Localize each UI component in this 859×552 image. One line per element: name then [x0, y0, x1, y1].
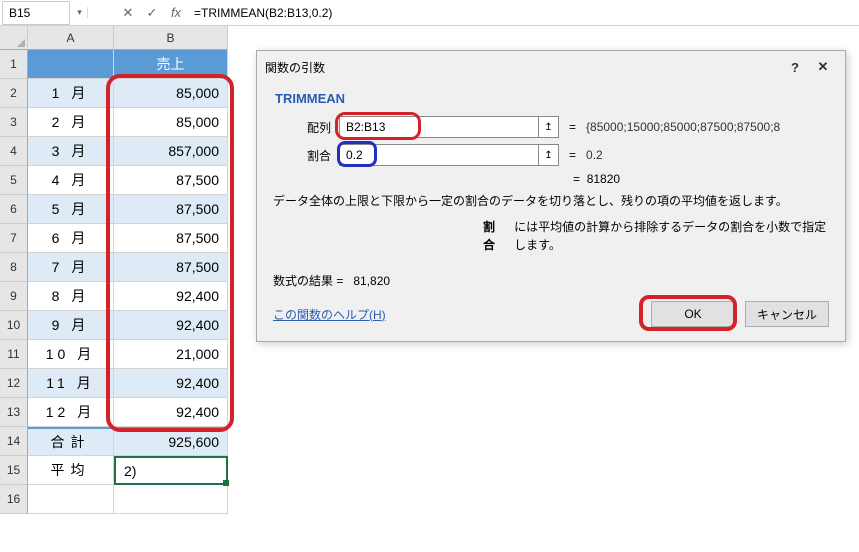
arg-result-percent: 0.2 — [586, 148, 829, 162]
cell-A4[interactable]: 3 月 — [28, 137, 114, 166]
close-icon: ✕ — [818, 59, 829, 75]
calc-value: 81820 — [587, 172, 620, 186]
row-header[interactable]: 10 — [0, 311, 28, 340]
cell-B4[interactable]: 857,000 — [114, 137, 228, 166]
select-all-triangle[interactable] — [0, 26, 28, 50]
row-header[interactable]: 11 — [0, 340, 28, 369]
cell-B5[interactable]: 87,500 — [114, 166, 228, 195]
dialog-title: 関数の引数 — [265, 59, 781, 76]
arg-input-array[interactable] — [339, 116, 539, 138]
cell-A10[interactable]: 9 月 — [28, 311, 114, 340]
arg-label-array: 配列 — [273, 119, 331, 136]
arg-result-array: {85000;15000;85000;87500;87500;8 — [586, 120, 829, 134]
cell-B9[interactable]: 92,400 — [114, 282, 228, 311]
cell-B11[interactable]: 21,000 — [114, 340, 228, 369]
collapse-dialog-button[interactable]: ↥ — [539, 116, 559, 138]
cell-B10[interactable]: 92,400 — [114, 311, 228, 340]
dialog-titlebar[interactable]: 関数の引数 ? ✕ — [257, 51, 845, 83]
cell-A13[interactable]: 12 月 — [28, 398, 114, 427]
cell-A2[interactable]: 1 月 — [28, 79, 114, 108]
dialog-help-button[interactable]: ? — [781, 57, 809, 77]
row-header[interactable]: 9 — [0, 282, 28, 311]
insert-function-button[interactable]: fx — [164, 1, 188, 25]
function-description: データ全体の上限と下限から一定の割合のデータを切り落とし、残りの項の平均値を返し… — [273, 192, 829, 210]
function-arguments-dialog: 関数の引数 ? ✕ TRIMMEAN 配列 ↥ = {85000;15000;8… — [256, 50, 846, 342]
row-header[interactable]: 6 — [0, 195, 28, 224]
row-header[interactable]: 13 — [0, 398, 28, 427]
cell-A16[interactable] — [28, 485, 114, 514]
arrow-up-icon: ↥ — [544, 122, 552, 133]
row-header[interactable]: 12 — [0, 369, 28, 398]
function-help-link[interactable]: この関数のヘルプ(H) — [273, 306, 641, 323]
formula-bar-row: B15 ▾ ✕ ✓ fx — [0, 0, 859, 26]
collapse-dialog-button[interactable]: ↥ — [539, 144, 559, 166]
row-header[interactable]: 16 — [0, 485, 28, 514]
arg-input-percent[interactable] — [339, 144, 539, 166]
cell-B1[interactable]: 売上 — [114, 50, 228, 79]
cell-A6[interactable]: 5 月 — [28, 195, 114, 224]
cell-B14[interactable]: 925,600 — [114, 427, 228, 456]
equals-sign: = — [569, 148, 576, 162]
arg-help-name: 割合 — [483, 218, 504, 254]
cell-B8[interactable]: 87,500 — [114, 253, 228, 282]
x-icon: ✕ — [123, 5, 134, 21]
row-header[interactable]: 3 — [0, 108, 28, 137]
row-header[interactable]: 4 — [0, 137, 28, 166]
cell-A5[interactable]: 4 月 — [28, 166, 114, 195]
cell-B13[interactable]: 92,400 — [114, 398, 228, 427]
chevron-down-icon: ▾ — [77, 7, 82, 18]
row-header[interactable]: 15 — [0, 456, 28, 485]
cell-A8[interactable]: 7 月 — [28, 253, 114, 282]
row-header[interactable]: 2 — [0, 79, 28, 108]
cell-B15-active[interactable]: 2) — [114, 456, 228, 485]
cell-A12[interactable]: 11 月 — [28, 369, 114, 398]
row-header[interactable]: 5 — [0, 166, 28, 195]
cell-B6[interactable]: 87,500 — [114, 195, 228, 224]
cell-B3[interactable]: 85,000 — [114, 108, 228, 137]
arg-label-percent: 割合 — [273, 147, 331, 164]
check-icon: ✓ — [147, 5, 158, 21]
cell-A1[interactable] — [28, 50, 114, 79]
cell-A14[interactable]: 合計 — [28, 427, 114, 456]
cell-A3[interactable]: 2 月 — [28, 108, 114, 137]
cell-B12[interactable]: 92,400 — [114, 369, 228, 398]
dialog-close-button[interactable]: ✕ — [809, 57, 837, 77]
ok-button[interactable]: OK — [651, 301, 735, 327]
equals-sign: = — [573, 172, 587, 186]
cell-A9[interactable]: 8 月 — [28, 282, 114, 311]
cell-A11[interactable]: 10 月 — [28, 340, 114, 369]
result-value: 81,820 — [353, 274, 390, 288]
cell-B2[interactable]: 85,000 — [114, 79, 228, 108]
cancel-button[interactable]: キャンセル — [745, 301, 829, 327]
column-header-B[interactable]: B — [114, 26, 228, 50]
arg-help-text: には平均値の計算から排除するデータの割合を小数で指定します。 — [514, 218, 829, 254]
name-box-dropdown[interactable]: ▾ — [72, 7, 88, 18]
function-name-label: TRIMMEAN — [275, 91, 829, 106]
formula-input[interactable] — [188, 4, 859, 22]
row-header[interactable]: 14 — [0, 427, 28, 456]
row-header[interactable]: 8 — [0, 253, 28, 282]
result-label: 数式の結果 = — [273, 274, 343, 288]
equals-sign: = — [569, 120, 576, 134]
confirm-entry-button[interactable]: ✓ — [140, 1, 164, 25]
arrow-up-icon: ↥ — [544, 150, 552, 161]
cell-A7[interactable]: 6 月 — [28, 224, 114, 253]
cell-B16[interactable] — [114, 485, 228, 514]
row-header[interactable]: 7 — [0, 224, 28, 253]
cell-A15[interactable]: 平均 — [28, 456, 114, 485]
column-header-A[interactable]: A — [28, 26, 114, 50]
cell-B7[interactable]: 87,500 — [114, 224, 228, 253]
cancel-entry-button[interactable]: ✕ — [116, 1, 140, 25]
name-box[interactable]: B15 — [2, 1, 70, 25]
row-header[interactable]: 1 — [0, 50, 28, 79]
question-icon: ? — [791, 60, 799, 75]
